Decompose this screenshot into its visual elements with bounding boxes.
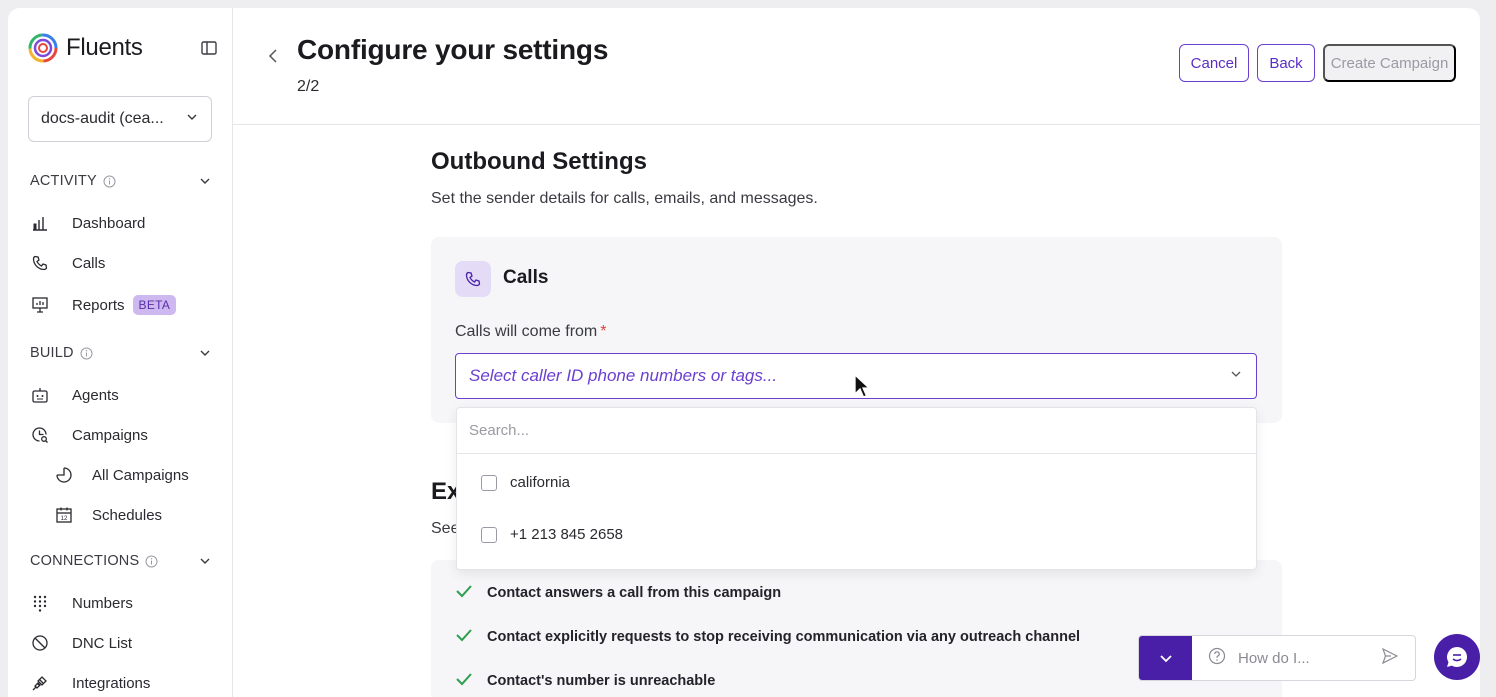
sidebar-item-label: Reports [72,296,125,314]
sidebar-item-label: Calls [72,254,106,272]
assistant-toggle-button[interactable] [1139,636,1192,680]
outbound-settings-description: Set the sender details for calls, emails… [431,190,818,207]
dropdown-option[interactable]: +1 213 845 2658 [481,526,623,543]
exit-condition-item: Contact explicitly requests to stop rece… [455,628,1080,646]
sidebar-item-dnc-list[interactable]: DNC List [30,629,220,657]
dropdown-search-input[interactable] [469,422,1244,439]
page-header: Configure your settings 2/2 Cancel Back … [233,8,1480,125]
prohibited-icon [30,633,50,653]
chevron-down-icon [1229,367,1243,386]
svg-text:12: 12 [61,516,68,522]
sidebar-item-numbers[interactable]: Numbers [30,589,220,617]
exit-condition-text: Contact's number is unreachable [487,673,716,689]
sidebar-item-schedules[interactable]: 12 Schedules [54,501,244,529]
create-campaign-button[interactable]: Create Campaign [1323,44,1456,82]
option-checkbox[interactable] [481,526,497,543]
caller-id-placeholder: Select caller ID phone numbers or tags..… [469,366,778,385]
pie-chart-icon [54,465,74,485]
sidebar-item-label: DNC List [72,634,133,652]
mouse-cursor-icon [853,373,871,404]
sidebar: Fluents docs-audit (cea... ACTIVITY Dash… [8,8,233,697]
sidebar-item-label: Dashboard [72,214,146,232]
chat-support-button[interactable] [1434,634,1480,680]
check-icon [455,672,475,690]
check-icon [455,628,475,646]
dropdown-option[interactable]: california [481,474,570,491]
app-window: Fluents docs-audit (cea... ACTIVITY Dash… [8,8,1480,697]
phone-icon [455,261,491,297]
chevron-down-icon [198,346,212,364]
section-build[interactable]: BUILD [30,343,212,363]
info-icon [80,347,93,360]
caller-id-dropdown: california +1 213 845 2658 [456,407,1257,570]
section-activity-label: ACTIVITY [30,173,97,189]
section-connections-label: CONNECTIONS [30,553,140,569]
calls-from-label: Calls will come from * [455,323,606,341]
robot-icon [30,385,50,405]
check-icon [455,584,475,602]
workspace-selector[interactable]: docs-audit (cea... [28,96,212,142]
page-title: Configure your settings [297,34,609,65]
outbound-settings-title: Outbound Settings [431,148,647,175]
chevron-down-icon [198,174,212,192]
assistant-bar: How do I... [1138,635,1416,681]
chevron-down-icon [185,110,199,129]
option-label: +1 213 845 2658 [510,526,624,543]
plug-icon [30,673,50,693]
required-mark: * [600,323,607,340]
phone-icon [30,253,50,273]
fluents-logo-icon [28,33,58,63]
sidebar-item-label: Campaigns [72,426,148,444]
sidebar-item-label: All Campaigns [92,466,189,484]
sidebar-item-label: Integrations [72,674,151,692]
assistant-placeholder: How do I... [1238,649,1310,667]
section-build-label: BUILD [30,345,74,361]
bar-chart-icon [30,213,50,233]
chevron-down-icon [198,554,212,572]
beta-badge: BETA [132,295,177,315]
section-activity[interactable]: ACTIVITY [30,171,212,191]
section-connections[interactable]: CONNECTIONS [30,551,212,571]
sidebar-item-dashboard[interactable]: Dashboard [30,209,220,237]
campaign-search-icon [30,425,50,445]
sidebar-item-calls[interactable]: Calls [30,249,220,277]
info-icon [145,555,158,568]
dropdown-search [457,408,1256,454]
exit-condition-text: Contact answers a call from this campaig… [487,585,782,601]
sidebar-item-label: Agents [72,386,119,404]
exit-condition-text: Contact explicitly requests to stop rece… [487,629,1081,645]
chat-icon [1447,647,1468,667]
calendar-icon: 12 [54,505,74,525]
exit-condition-item: Contact answers a call from this campaig… [455,584,781,602]
cancel-button[interactable]: Cancel [1179,44,1249,82]
question-icon [1208,647,1226,670]
workspace-name: docs-audit (cea... [41,110,164,127]
sidebar-item-label: Schedules [92,506,163,524]
sidebar-item-label: Numbers [72,594,133,612]
calls-card-title: Calls [503,267,549,288]
send-icon[interactable] [1381,647,1399,670]
sidebar-item-all-campaigns[interactable]: All Campaigns [54,461,244,489]
option-checkbox[interactable] [481,474,497,491]
step-indicator: 2/2 [297,78,320,95]
option-label: california [510,474,571,491]
back-button[interactable]: Back [1257,44,1315,82]
chevron-down-icon [1159,655,1172,663]
chevron-left-icon[interactable] [266,48,280,69]
exit-condition-item: Contact's number is unreachable [455,672,715,690]
presentation-chart-icon [30,295,50,315]
sidebar-collapse-icon[interactable] [200,39,218,57]
logo[interactable]: Fluents [28,32,218,64]
sidebar-item-integrations[interactable]: Integrations [30,669,220,697]
calls-from-label-text: Calls will come from [455,323,598,340]
sidebar-item-reports[interactable]: Reports BETA [30,291,220,319]
dialpad-icon [30,593,50,613]
app-name: Fluents [66,34,143,61]
sidebar-item-campaigns[interactable]: Campaigns [30,421,220,449]
info-icon [103,175,116,188]
sidebar-item-agents[interactable]: Agents [30,381,220,409]
assistant-input[interactable]: How do I... [1192,647,1415,670]
